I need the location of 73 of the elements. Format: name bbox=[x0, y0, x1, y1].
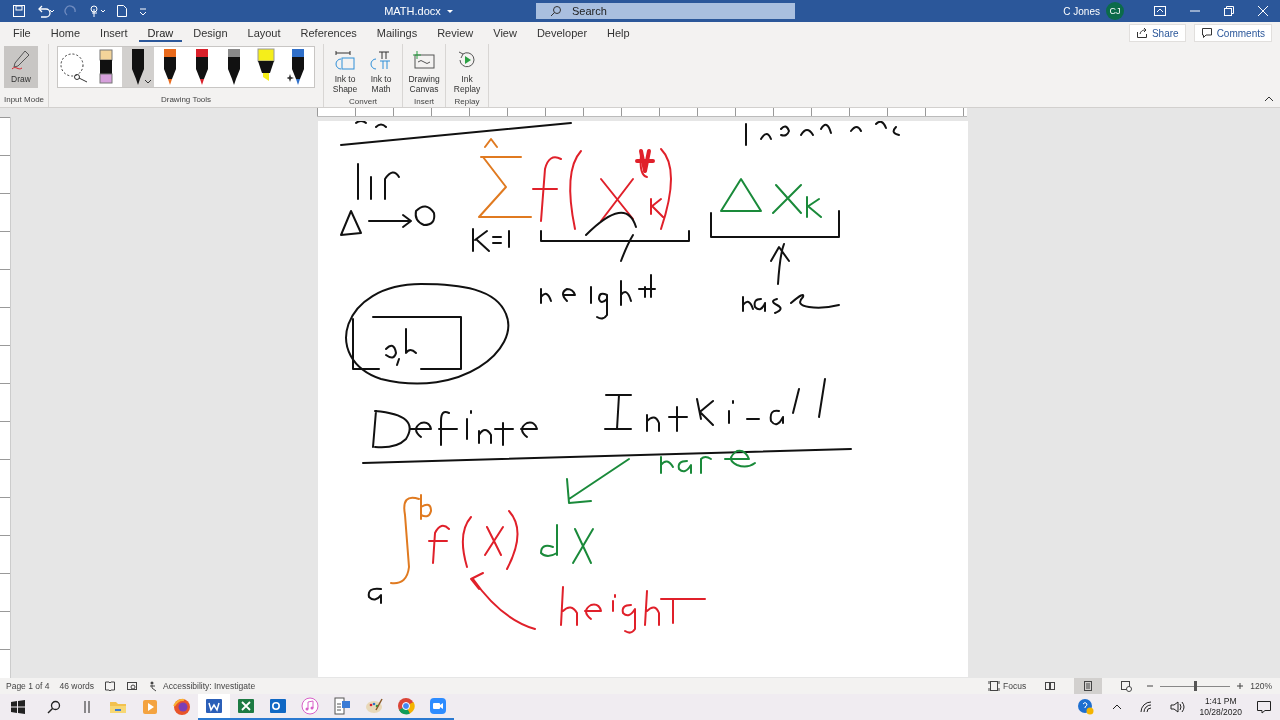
document-title: MATH.docx bbox=[384, 5, 441, 17]
clock-date: 10/28/2020 bbox=[1199, 707, 1242, 718]
browser-circle-icon bbox=[396, 696, 416, 716]
music-app-icon bbox=[300, 696, 320, 716]
browser-globe-icon bbox=[172, 697, 192, 717]
ribbon-tab[interactable]: Design bbox=[184, 24, 237, 42]
wifi-icon[interactable] bbox=[1139, 700, 1154, 714]
canvas-icon bbox=[412, 49, 437, 71]
ribbon-button[interactable]: Ink Replay bbox=[450, 46, 485, 97]
save-icon[interactable] bbox=[12, 4, 26, 18]
group-label: Insert bbox=[413, 97, 436, 107]
macro-icon[interactable] bbox=[126, 680, 138, 692]
group-label: Drawing Tools bbox=[159, 95, 213, 106]
collapse-ribbon-icon[interactable] bbox=[1264, 95, 1274, 103]
ribbon-tab[interactable]: File bbox=[4, 24, 40, 42]
group-label: Input Mode bbox=[4, 95, 45, 106]
ribbon-tab[interactable]: View bbox=[484, 24, 526, 42]
search-field[interactable]: Search bbox=[536, 3, 795, 19]
volume-icon[interactable] bbox=[1169, 700, 1186, 714]
ribbon-tab[interactable]: Insert bbox=[91, 24, 137, 42]
read-mode-icon[interactable] bbox=[1044, 680, 1057, 692]
paint-palette-icon bbox=[364, 696, 384, 716]
taskbar-button[interactable] bbox=[294, 694, 326, 720]
undo-icon[interactable] bbox=[36, 4, 54, 18]
accessibility-status[interactable]: Accessibility: Investigate bbox=[148, 680, 256, 692]
ribbon-tab[interactable]: Home bbox=[41, 24, 90, 42]
ribbon-tab[interactable]: Developer bbox=[527, 24, 597, 42]
ribbon-tab[interactable]: Draw bbox=[138, 24, 183, 42]
ribbon-button[interactable]: Ink to Shape bbox=[328, 46, 363, 97]
word-count[interactable]: 46 words bbox=[59, 681, 94, 691]
pi-icon bbox=[370, 49, 393, 71]
help-icon[interactable] bbox=[1077, 698, 1096, 716]
document-app-icon bbox=[204, 696, 224, 716]
ribbon-button[interactable]: Ink to Math bbox=[364, 46, 399, 97]
ribbon-tab[interactable]: Review bbox=[428, 24, 483, 42]
media-player-icon bbox=[140, 697, 160, 717]
web-layout-icon[interactable] bbox=[1120, 680, 1133, 692]
focus-icon bbox=[988, 680, 1001, 692]
caret-icon[interactable] bbox=[445, 7, 454, 15]
search-icon bbox=[550, 5, 562, 17]
ribbon-tab[interactable]: Layout bbox=[238, 24, 290, 42]
zoom-level[interactable]: 120% bbox=[1250, 681, 1272, 691]
notification-icon[interactable] bbox=[1256, 699, 1272, 715]
dropdown-icon[interactable] bbox=[144, 79, 153, 85]
page-count[interactable]: Page 1 of 4 bbox=[6, 681, 50, 691]
group-label: Convert bbox=[348, 97, 379, 107]
mail-app-icon bbox=[268, 696, 288, 716]
new-document-icon[interactable] bbox=[116, 4, 128, 18]
print-layout-icon[interactable] bbox=[1082, 680, 1095, 692]
spreadsheet-app-icon bbox=[236, 696, 256, 716]
video-app-icon bbox=[428, 696, 448, 716]
pen-icon bbox=[10, 49, 32, 71]
taskbar-button[interactable] bbox=[326, 694, 358, 720]
ribbon-tab[interactable]: References bbox=[291, 24, 366, 42]
user-name: C Jones bbox=[1063, 5, 1100, 17]
calculator-app-icon bbox=[332, 696, 352, 716]
ribbon-button[interactable]: Drawing Canvas bbox=[407, 46, 442, 97]
avatar[interactable]: CJ bbox=[1106, 2, 1124, 20]
ribbon-tab[interactable]: Help bbox=[598, 24, 639, 42]
clock[interactable]: 1:41 PM 10/28/2020 bbox=[1199, 696, 1242, 718]
ribbon-tab[interactable]: Mailings bbox=[367, 24, 427, 42]
shapes-icon bbox=[334, 49, 357, 71]
share-icon bbox=[1135, 27, 1148, 39]
group-label: Replay bbox=[453, 97, 481, 107]
search-input[interactable]: Search bbox=[572, 5, 752, 17]
taskbar-button[interactable] bbox=[198, 694, 230, 720]
comment-icon bbox=[1200, 27, 1213, 39]
focus-button[interactable]: Focus bbox=[988, 680, 1027, 692]
clock-time: 1:41 PM bbox=[1204, 696, 1237, 707]
draw-button[interactable]: Draw bbox=[4, 46, 38, 88]
comments-button[interactable]: Comments bbox=[1193, 24, 1272, 42]
zoom-in-icon[interactable] bbox=[1236, 682, 1245, 690]
share-button[interactable]: Share bbox=[1128, 24, 1186, 42]
